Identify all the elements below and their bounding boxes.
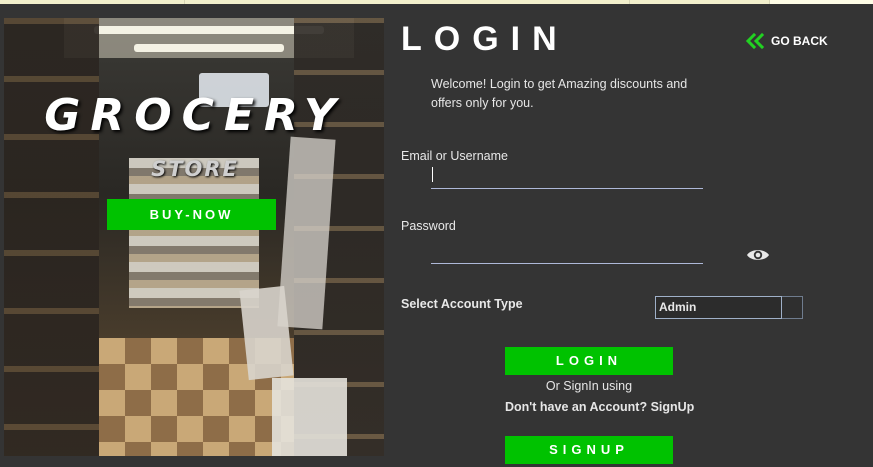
account-type-select[interactable]: Admin <box>655 296 803 319</box>
page-title: LOGIN <box>401 20 569 58</box>
account-type-label: Select Account Type <box>401 297 523 311</box>
signup-button[interactable]: SIGNUP <box>505 436 673 464</box>
signup-link[interactable]: Don't have an Account? SignUp <box>505 400 694 414</box>
brand-title: GROCERY <box>44 90 346 141</box>
welcome-message: Welcome! Login to get Amazing discounts … <box>431 77 688 110</box>
brand-subtitle: STORE <box>151 157 239 181</box>
double-chevron-left-icon <box>745 33 765 49</box>
email-field[interactable] <box>431 166 703 189</box>
password-label: Password <box>401 219 456 233</box>
or-signin-text: Or SignIn using <box>545 379 633 393</box>
ceiling-light <box>94 26 324 34</box>
text-caret <box>432 167 433 182</box>
go-back-label: GO BACK <box>771 34 828 48</box>
shopping-bag <box>239 285 294 381</box>
login-button[interactable]: LOGIN <box>505 347 673 375</box>
store-promo-image <box>4 18 384 456</box>
ceiling-light <box>134 44 284 52</box>
password-field[interactable] <box>431 240 703 264</box>
account-type-value[interactable]: Admin <box>655 296 782 319</box>
top-strip-segment <box>185 0 630 4</box>
eye-icon[interactable] <box>746 247 770 268</box>
dropdown-arrow-icon[interactable] <box>782 296 803 319</box>
email-label: Email or Username <box>401 149 508 163</box>
top-strip-segment <box>630 0 770 4</box>
top-strip-segment <box>0 0 185 4</box>
stacked-boxes <box>272 378 347 456</box>
buy-now-button[interactable]: BUY-NOW <box>107 199 276 230</box>
go-back-button[interactable]: GO BACK <box>745 31 828 51</box>
left-shelves <box>4 18 99 456</box>
window-top-strip <box>0 0 873 4</box>
